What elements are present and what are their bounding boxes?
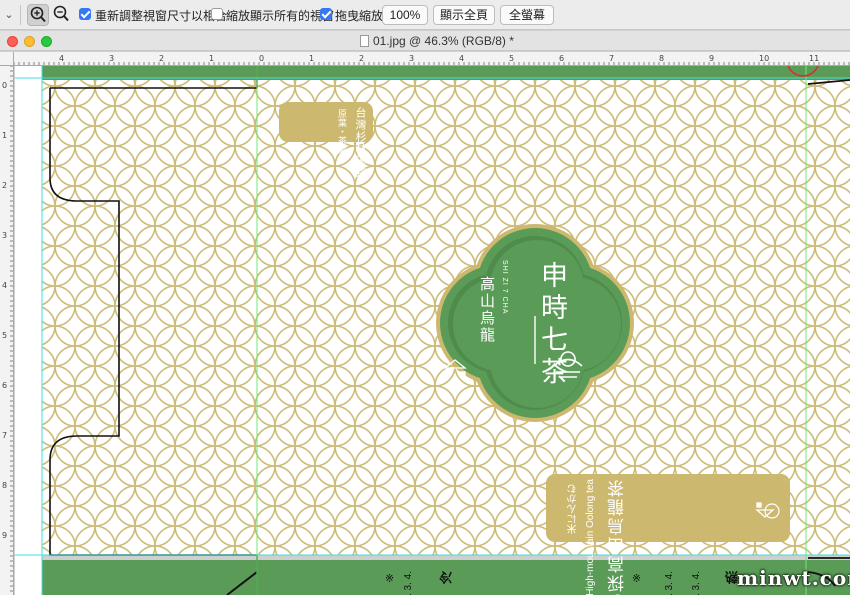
zoom-out-button[interactable] bbox=[51, 4, 73, 26]
cold-brew-heading: 冷 bbox=[439, 571, 454, 584]
watermark: minwt.com bbox=[737, 566, 850, 590]
zoom-window-button[interactable] bbox=[41, 36, 52, 47]
close-window-button[interactable] bbox=[7, 36, 18, 47]
vertical-ruler-ticks: 0 1 2 3 4 5 6 7 8 9 bbox=[2, 66, 13, 592]
ruler-number: 6 bbox=[2, 381, 7, 390]
ruler-number: 6 bbox=[559, 54, 564, 63]
ruler-number: 8 bbox=[659, 54, 664, 63]
hot-brew-list: 1. 2. 3. 4. bbox=[664, 571, 675, 595]
ruler-number: 4 bbox=[459, 54, 464, 63]
brand-sub-text: 高山烏龍 bbox=[478, 276, 496, 344]
product-small-text: 米にんかむ bbox=[568, 484, 579, 534]
brand-romanized-text: SHI ZI 7 CHA bbox=[501, 260, 508, 315]
ruler-number: 9 bbox=[709, 54, 714, 63]
product-plate bbox=[546, 474, 790, 542]
zoom-all-windows-checkbox[interactable] bbox=[211, 8, 223, 20]
scrubby-zoom-checkbox[interactable] bbox=[320, 8, 332, 20]
zoom-100-button[interactable]: 100% bbox=[382, 5, 428, 25]
resize-windows-checkbox[interactable] bbox=[79, 8, 91, 20]
horizontal-ruler-ticks: 4 3 2 1 0 1 2 3 4 5 6 7 8 9 10 11 bbox=[14, 54, 850, 65]
origin-label-text-1: 台灣杉林溪茶 bbox=[354, 107, 366, 179]
ruler-number: 10 bbox=[759, 54, 769, 63]
zoom-in-button[interactable] bbox=[27, 4, 49, 26]
minimize-window-button[interactable] bbox=[24, 36, 35, 47]
ruler-number: 3 bbox=[109, 54, 114, 63]
ruler-number: 5 bbox=[2, 331, 7, 340]
document-icon bbox=[360, 35, 369, 47]
ruler-number: 9 bbox=[2, 531, 7, 540]
tool-preset-chevron-icon[interactable]: ⌄ bbox=[2, 8, 16, 22]
ruler-number: 4 bbox=[59, 54, 64, 63]
fill-screen-button[interactable]: 全螢幕 bbox=[500, 5, 554, 25]
ruler-number: 2 bbox=[359, 54, 364, 63]
brand-name-text: 申時七茶 bbox=[536, 261, 567, 389]
options-divider bbox=[20, 5, 21, 25]
options-bar: ⌄ 重新調整視窗尺寸以相合 縮放顯示所有的視窗 拖曳縮放 100% 顯示全頁 全… bbox=[0, 0, 850, 30]
ruler-number: 3 bbox=[2, 231, 7, 240]
ruler-number: 5 bbox=[509, 54, 514, 63]
zoom-in-icon bbox=[30, 6, 46, 23]
ruler-number: 1 bbox=[209, 54, 214, 63]
ruler-number: 2 bbox=[159, 54, 164, 63]
document-title: 01.jpg @ 46.3% (RGB/8) * bbox=[373, 34, 514, 48]
cold-brew-list: 1. 2. 3. 4. bbox=[403, 571, 414, 595]
ruler-number: 0 bbox=[2, 81, 7, 90]
document-canvas[interactable]: 台灣杉林溪茶 原葉・茶葉 申時七茶 SHI ZI 7 CHA 高山烏龍 手採高山… bbox=[15, 66, 850, 595]
document-titlebar: 01.jpg @ 46.3% (RGB/8) * bbox=[0, 31, 850, 51]
ruler-number: 2 bbox=[2, 181, 7, 190]
horizontal-ruler[interactable]: 4 3 2 1 0 1 2 3 4 5 6 7 8 9 10 11 bbox=[14, 52, 850, 66]
resize-windows-label: 重新調整視窗尺寸以相合 bbox=[95, 9, 228, 23]
ruler-number: 7 bbox=[609, 54, 614, 63]
zoom-all-windows-label: 縮放顯示所有的視窗 bbox=[226, 9, 335, 23]
ruler-number: 8 bbox=[2, 481, 7, 490]
ruler-number: 1 bbox=[309, 54, 314, 63]
product-english-text: High-mountain Oolong tea bbox=[585, 479, 596, 595]
fit-screen-button[interactable]: 顯示全頁 bbox=[433, 5, 495, 25]
ruler-number: 7 bbox=[2, 431, 7, 440]
origin-label-text-2: 原葉・茶葉 bbox=[337, 109, 347, 154]
ruler-number: 0 bbox=[259, 54, 264, 63]
ruler-number: 1 bbox=[2, 131, 7, 140]
bottom-marker-left: ※ bbox=[384, 571, 396, 584]
ruler-number: 3 bbox=[409, 54, 414, 63]
hot-brew-list-2: 1. 2. 3. 4. bbox=[691, 571, 702, 595]
product-name-text: 手採高山烏龍茶 bbox=[608, 478, 628, 595]
ruler-number: 4 bbox=[2, 281, 7, 290]
bottom-marker-right: ※ bbox=[631, 571, 643, 584]
scrubby-zoom-label: 拖曳縮放 bbox=[335, 9, 384, 23]
ruler-number: 11 bbox=[809, 54, 819, 63]
ruler-origin[interactable] bbox=[0, 52, 14, 66]
artwork bbox=[15, 66, 850, 595]
left-margin bbox=[15, 66, 42, 595]
vertical-ruler[interactable]: 0 1 2 3 4 5 6 7 8 9 bbox=[0, 66, 14, 595]
zoom-out-icon bbox=[53, 5, 69, 22]
